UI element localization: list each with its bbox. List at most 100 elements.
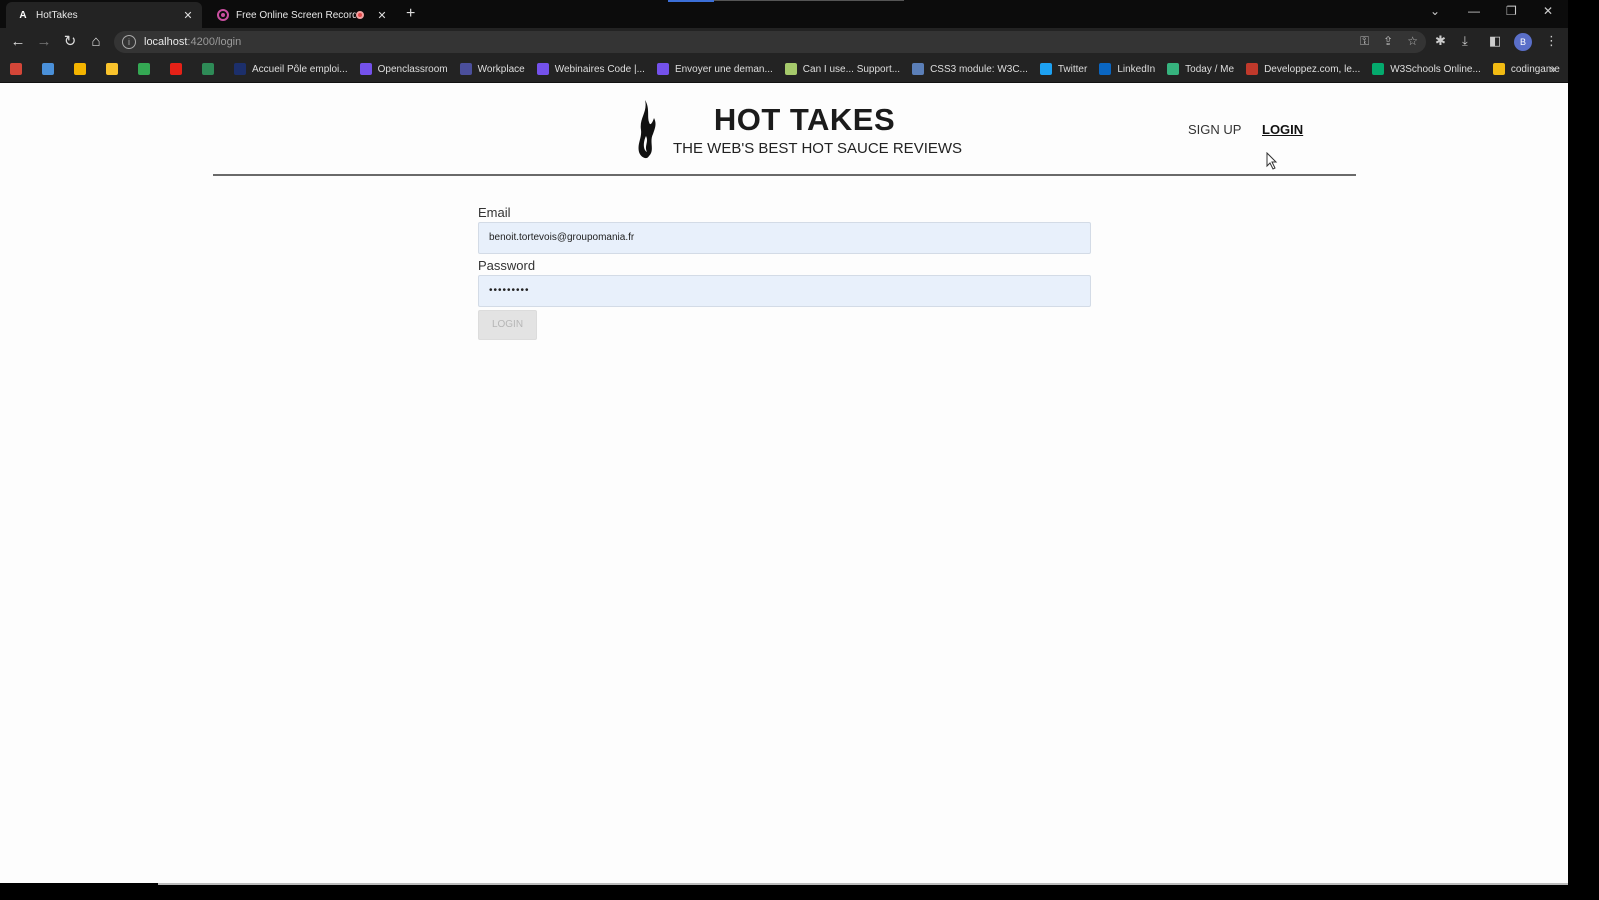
screen: A HotTakes ✕ Free Online Screen Recorder… — [0, 0, 1568, 883]
bookmark-item[interactable]: Workplace — [459, 63, 525, 75]
bookmark-favicon-icon — [170, 63, 182, 75]
bookmark-favicon-icon — [138, 63, 150, 75]
bookmark-label: Today / Me — [1185, 63, 1235, 75]
login-button[interactable]: LOGIN — [478, 310, 537, 340]
url-path: :4200/login — [187, 36, 242, 48]
profile-avatar[interactable]: B — [1514, 33, 1532, 51]
recorder-icon — [216, 8, 230, 22]
bookmark-label: Accueil Pôle emploi... — [252, 63, 348, 75]
download-icon[interactable]: ⤓ — [1462, 33, 1468, 49]
bookmark-favicon-icon — [74, 63, 86, 75]
bookmark-item[interactable] — [106, 63, 124, 75]
bookmark-item[interactable]: Twitter — [1039, 63, 1088, 75]
bookmark-favicon-icon — [359, 63, 372, 75]
side-panel-icon[interactable]: ◧ — [1489, 33, 1501, 49]
bookmark-item[interactable]: Accueil Pôle emploi... — [234, 63, 348, 75]
bookmark-item[interactable]: Developpez.com, le... — [1246, 63, 1360, 75]
password-field[interactable]: ••••••••• — [478, 275, 1091, 307]
url-host: localhost — [144, 36, 188, 48]
password-label: Password — [478, 258, 536, 273]
bookmark-favicon-icon — [1246, 63, 1259, 75]
bookmark-label: Can I use... Support... — [802, 63, 901, 75]
address-bar[interactable]: i localhost:4200/login ⚿ ⇪ ☆ — [114, 31, 1426, 53]
bookmark-item[interactable]: Envoyer une deman... — [656, 63, 773, 75]
bookmark-item[interactable] — [42, 63, 60, 75]
key-icon[interactable]: ⚿ — [1360, 34, 1369, 49]
bookmark-favicon-icon — [912, 63, 925, 75]
bookmark-label: Developpez.com, le... — [1264, 63, 1361, 75]
site-subtitle: THE WEB'S BEST HOT SAUCE REVIEWS — [673, 140, 963, 157]
bookmark-favicon-icon — [656, 63, 669, 75]
bookmark-favicon-icon — [1372, 63, 1385, 75]
new-tab-icon[interactable]: + — [406, 5, 415, 23]
bookmark-item[interactable]: Today / Me — [1167, 63, 1234, 75]
minimize-icon[interactable]: — — [1468, 4, 1480, 18]
bookmark-favicon-icon — [459, 63, 472, 75]
extensions-icon[interactable]: ✱ — [1435, 33, 1446, 49]
bookmark-favicon-icon — [42, 63, 54, 75]
menu-icon[interactable]: ⋮ — [1545, 33, 1558, 49]
tab-screen-recorder[interactable]: Free Online Screen Recorder ✕ — [206, 2, 396, 28]
bookmark-item[interactable] — [74, 63, 92, 75]
bookmark-label: Workplace — [477, 63, 525, 75]
site-title: HOT TAKES — [713, 102, 896, 137]
site-info-icon[interactable]: i — [122, 35, 136, 49]
site-header: HOT TAKES THE WEB'S BEST HOT SAUCE REVIE… — [213, 84, 1356, 176]
bookmark-item[interactable]: W3Schools Online... — [1372, 63, 1481, 75]
tab-strip: A HotTakes ✕ Free Online Screen Recorder… — [0, 0, 1568, 28]
bookmark-favicon-icon — [784, 63, 797, 75]
close-icon[interactable]: ✕ — [374, 9, 390, 22]
mouse-cursor-icon — [1266, 152, 1278, 170]
bookmark-favicon-icon — [1099, 63, 1112, 75]
bookmark-item[interactable] — [138, 63, 156, 75]
nav-login-link[interactable]: LOGIN — [1262, 122, 1303, 137]
tab-search-icon[interactable]: ⌄ — [1430, 4, 1440, 18]
flame-icon — [638, 100, 656, 159]
recording-dot-icon — [356, 11, 364, 19]
forward-icon[interactable]: → — [34, 32, 54, 52]
window-close-icon[interactable]: ✕ — [1543, 4, 1553, 18]
angular-icon: A — [19, 9, 27, 21]
bookmark-item[interactable]: Openclassroom — [359, 63, 448, 75]
bookmark-favicon-icon — [106, 63, 118, 75]
bookmark-star-icon[interactable]: ☆ — [1407, 34, 1418, 49]
email-label: Email — [478, 205, 511, 220]
progress-thumb — [158, 883, 1568, 885]
bookmark-favicon-icon — [536, 63, 549, 75]
login-form: Email benoit.tortevois@groupomania.fr Pa… — [478, 204, 1091, 340]
bookmark-item[interactable] — [10, 63, 28, 75]
restore-icon[interactable]: ❐ — [1506, 4, 1517, 18]
bookmark-label: Twitter — [1057, 63, 1088, 75]
bookmark-item[interactable]: LinkedIn — [1099, 63, 1155, 75]
bookmark-favicon-icon — [234, 63, 246, 75]
browser-toolbar: ← → ↻ ⌂ i localhost:4200/login ⚿ ⇪ ☆ ✱ ⤓… — [0, 28, 1568, 56]
bookmark-favicon-icon — [1492, 63, 1505, 75]
bookmarks-overflow-icon[interactable]: » — [1550, 64, 1556, 76]
bookmark-label: Envoyer une deman... — [674, 63, 773, 75]
bookmark-label: LinkedIn — [1117, 63, 1156, 75]
bookmark-label: Webinaires Code |... — [554, 63, 645, 75]
reload-icon[interactable]: ↻ — [60, 32, 80, 52]
bookmark-label: Openclassroom — [377, 63, 448, 75]
close-icon[interactable]: ✕ — [180, 9, 196, 22]
bookmark-item[interactable] — [170, 63, 188, 75]
email-field[interactable]: benoit.tortevois@groupomania.fr — [478, 222, 1091, 254]
bookmarks-bar: Accueil Pôle emploi... Openclassroom Workp… — [0, 56, 1568, 83]
bookmark-item[interactable]: Can I use... Support... — [784, 63, 901, 75]
web-page: HOT TAKES THE WEB'S BEST HOT SAUCE REVIE… — [0, 84, 1568, 883]
bookmark-favicon-icon — [1039, 63, 1052, 75]
back-icon[interactable]: ← — [8, 32, 28, 52]
bookmark-item[interactable] — [202, 63, 220, 75]
share-icon[interactable]: ⇪ — [1383, 34, 1393, 49]
bookmark-item[interactable]: Webinaires Code |... — [536, 63, 645, 75]
recording-indicator — [668, 0, 714, 2]
tab-title: Free Online Screen Recorder — [236, 9, 356, 21]
bookmark-favicon-icon — [202, 63, 214, 75]
bookmark-item[interactable]: CSS3 module: W3C... — [912, 63, 1028, 75]
tab-hottakes[interactable]: A HotTakes ✕ — [6, 2, 202, 28]
nav-signup-link[interactable]: SIGN UP — [1188, 122, 1241, 137]
bookmark-favicon-icon — [10, 63, 22, 75]
bookmark-favicon-icon — [1167, 63, 1180, 75]
home-icon[interactable]: ⌂ — [86, 32, 106, 52]
tab-title: HotTakes — [36, 9, 78, 21]
